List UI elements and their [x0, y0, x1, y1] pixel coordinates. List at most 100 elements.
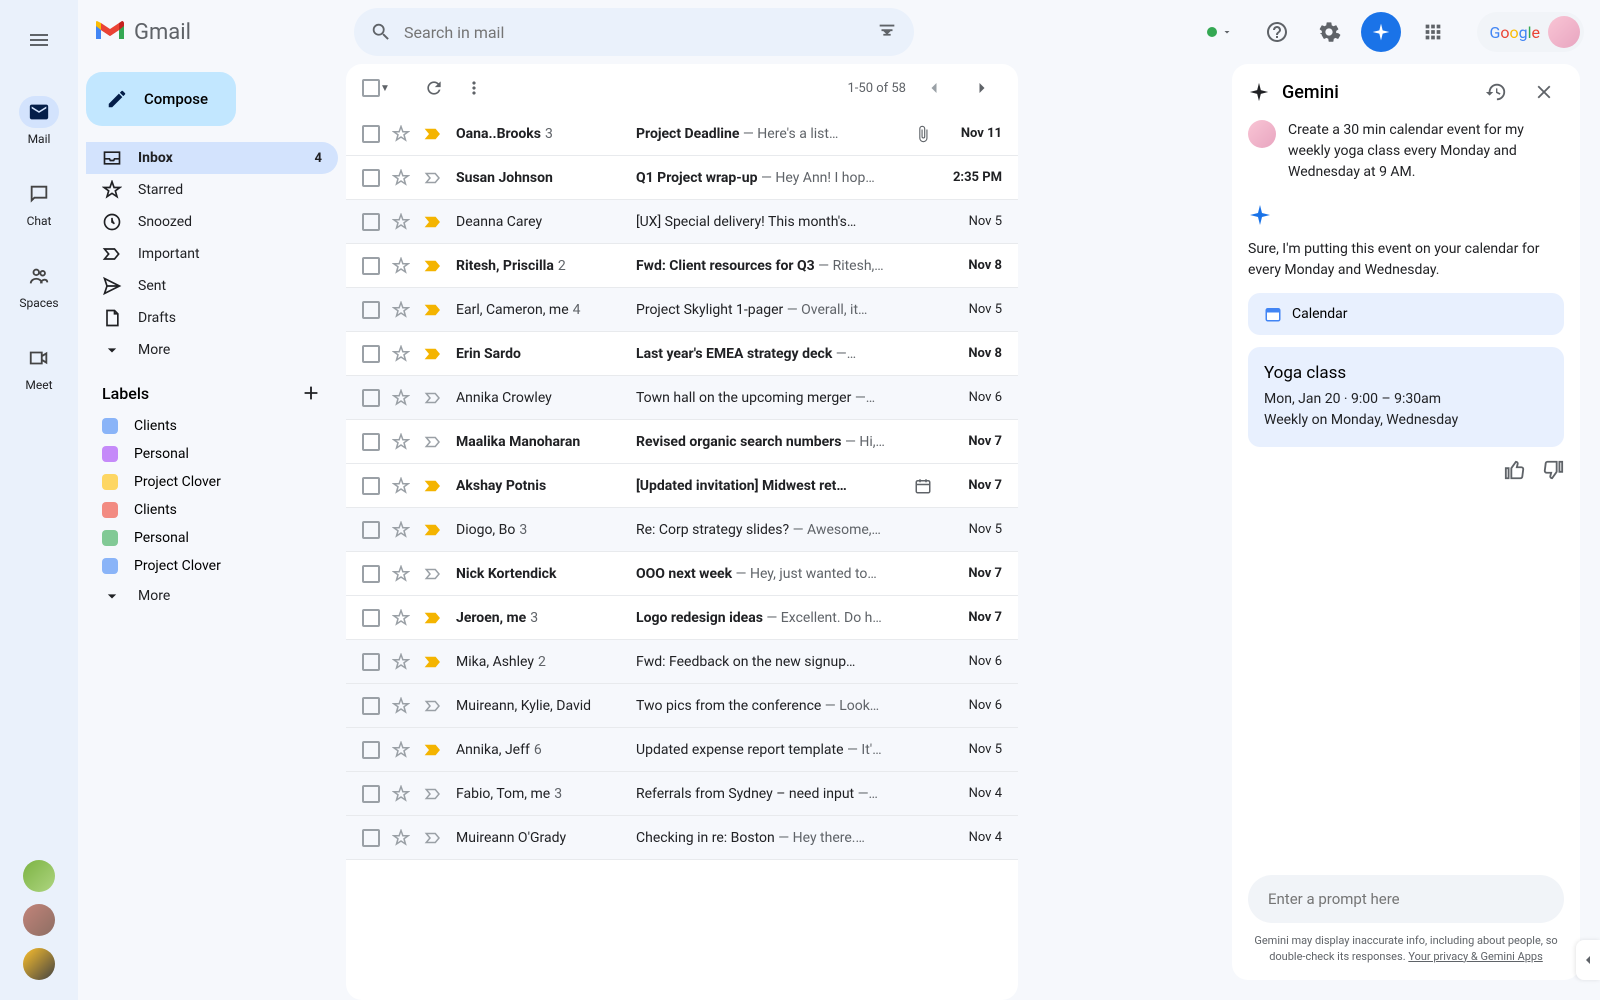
chat-avatar-1[interactable] — [23, 860, 55, 892]
star-button[interactable] — [392, 345, 412, 363]
row-checkbox[interactable] — [362, 433, 380, 451]
nav-more[interactable]: More — [86, 334, 338, 366]
settings-button[interactable] — [1309, 12, 1349, 52]
star-button[interactable] — [392, 741, 412, 759]
calendar-chip[interactable]: Calendar — [1248, 293, 1564, 335]
rail-mail[interactable]: Mail — [11, 84, 67, 158]
email-row[interactable]: Erin Sardo Last year's EMEA strategy dec… — [346, 332, 1018, 376]
label-item[interactable]: Project Clover — [86, 468, 338, 496]
thumbs-up-button[interactable] — [1504, 459, 1526, 481]
label-item[interactable]: Project Clover — [86, 552, 338, 580]
important-marker[interactable] — [424, 257, 444, 275]
star-button[interactable] — [392, 477, 412, 495]
star-button[interactable] — [392, 565, 412, 583]
label-item[interactable]: Personal — [86, 440, 338, 468]
rail-chat[interactable]: Chat — [11, 166, 67, 240]
row-checkbox[interactable] — [362, 653, 380, 671]
important-marker[interactable] — [424, 213, 444, 231]
row-checkbox[interactable] — [362, 345, 380, 363]
search-options-icon[interactable] — [876, 21, 898, 43]
important-marker[interactable] — [424, 389, 444, 407]
email-row[interactable]: Muireann O'Grady Checking in re: Boston … — [346, 816, 1018, 860]
more-actions-button[interactable] — [454, 68, 494, 108]
star-button[interactable] — [392, 125, 412, 143]
row-checkbox[interactable] — [362, 609, 380, 627]
star-button[interactable] — [392, 653, 412, 671]
row-checkbox[interactable] — [362, 257, 380, 275]
important-marker[interactable] — [424, 125, 444, 143]
gemini-close-button[interactable] — [1524, 72, 1564, 112]
important-marker[interactable] — [424, 433, 444, 451]
page-prev[interactable] — [914, 68, 954, 108]
search-bar[interactable] — [354, 8, 914, 56]
important-marker[interactable] — [424, 653, 444, 671]
event-card[interactable]: Yoga class Mon, Jan 20 · 9:00 – 9:30am W… — [1248, 347, 1564, 447]
row-checkbox[interactable] — [362, 213, 380, 231]
row-checkbox[interactable] — [362, 389, 380, 407]
email-row[interactable]: Nick Kortendick OOO next week — Hey, jus… — [346, 552, 1018, 596]
nav-snoozed[interactable]: Snoozed — [86, 206, 338, 238]
account-switcher[interactable]: Google — [1477, 12, 1584, 52]
rail-spaces[interactable]: Spaces — [11, 248, 67, 322]
row-checkbox[interactable] — [362, 169, 380, 187]
important-marker[interactable] — [424, 345, 444, 363]
thumbs-down-button[interactable] — [1542, 459, 1564, 481]
email-row[interactable]: Annika Crowley Town hall on the upcoming… — [346, 376, 1018, 420]
select-dropdown[interactable]: ▼ — [380, 83, 390, 94]
gemini-prompt-input[interactable] — [1248, 875, 1564, 923]
nav-drafts[interactable]: Drafts — [86, 302, 338, 334]
email-row[interactable]: Susan Johnson Q1 Project wrap-up — Hey A… — [346, 156, 1018, 200]
important-marker[interactable] — [424, 609, 444, 627]
email-row[interactable]: Maalika Manoharan Revised organic search… — [346, 420, 1018, 464]
important-marker[interactable] — [424, 169, 444, 187]
email-row[interactable]: Diogo, Bo3 Re: Corp strategy slides? — A… — [346, 508, 1018, 552]
label-item[interactable]: Personal — [86, 524, 338, 552]
status-indicator[interactable] — [1207, 26, 1233, 38]
label-item[interactable]: Clients — [86, 412, 338, 440]
important-marker[interactable] — [424, 301, 444, 319]
privacy-link[interactable]: Your privacy & Gemini Apps — [1408, 950, 1542, 963]
gemini-history-button[interactable] — [1476, 72, 1516, 112]
email-row[interactable]: Akshay Potnis [Updated invitation] Midwe… — [346, 464, 1018, 508]
search-input[interactable] — [404, 23, 876, 42]
row-checkbox[interactable] — [362, 521, 380, 539]
important-marker[interactable] — [424, 785, 444, 803]
star-button[interactable] — [392, 213, 412, 231]
email-row[interactable]: Annika, Jeff6 Updated expense report tem… — [346, 728, 1018, 772]
star-button[interactable] — [392, 697, 412, 715]
row-checkbox[interactable] — [362, 477, 380, 495]
important-marker[interactable] — [424, 697, 444, 715]
nav-sent[interactable]: Sent — [86, 270, 338, 302]
chat-avatar-2[interactable] — [23, 904, 55, 936]
row-checkbox[interactable] — [362, 301, 380, 319]
important-marker[interactable] — [424, 521, 444, 539]
label-item[interactable]: Clients — [86, 496, 338, 524]
email-row[interactable]: Jeroen, me3 Logo redesign ideas — Excell… — [346, 596, 1018, 640]
refresh-button[interactable] — [414, 68, 454, 108]
apps-button[interactable] — [1413, 12, 1453, 52]
add-label-button[interactable] — [300, 382, 322, 404]
row-checkbox[interactable] — [362, 785, 380, 803]
important-marker[interactable] — [424, 829, 444, 847]
compose-button[interactable]: Compose — [86, 72, 236, 126]
email-row[interactable]: Mika, Ashley2 Fwd: Feedback on the new s… — [346, 640, 1018, 684]
email-row[interactable]: Ritesh, Priscilla2 Fwd: Client resources… — [346, 244, 1018, 288]
row-checkbox[interactable] — [362, 829, 380, 847]
important-marker[interactable] — [424, 565, 444, 583]
labels-more[interactable]: More — [86, 580, 338, 612]
nav-inbox[interactable]: Inbox 4 — [86, 142, 338, 174]
star-button[interactable] — [392, 389, 412, 407]
help-button[interactable] — [1257, 12, 1297, 52]
star-button[interactable] — [392, 169, 412, 187]
side-panel-collapse[interactable] — [1576, 940, 1600, 980]
gemini-button[interactable] — [1361, 12, 1401, 52]
row-checkbox[interactable] — [362, 741, 380, 759]
email-row[interactable]: Deanna Carey [UX] Special delivery! This… — [346, 200, 1018, 244]
rail-meet[interactable]: Meet — [11, 330, 67, 404]
row-checkbox[interactable] — [362, 125, 380, 143]
email-row[interactable]: Muireann, Kylie, David Two pics from the… — [346, 684, 1018, 728]
row-checkbox[interactable] — [362, 697, 380, 715]
chat-avatar-3[interactable] — [23, 948, 55, 980]
star-button[interactable] — [392, 257, 412, 275]
select-all-checkbox[interactable] — [362, 79, 380, 97]
